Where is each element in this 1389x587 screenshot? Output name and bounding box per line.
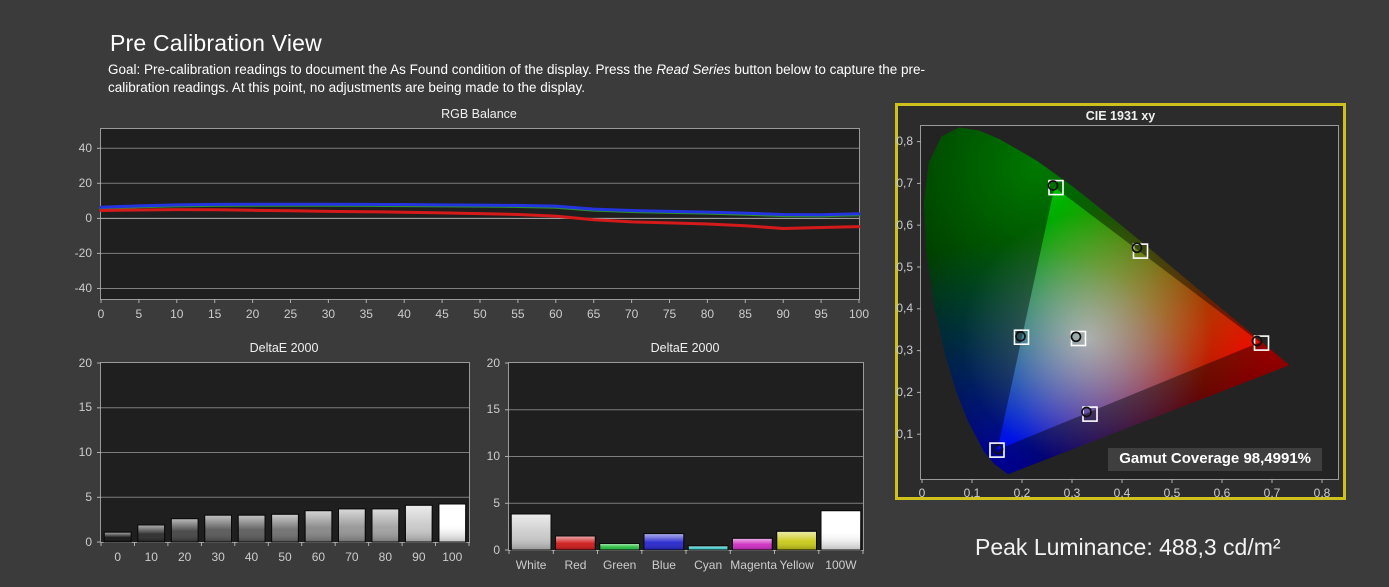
- axis-label: 20: [238, 308, 268, 321]
- axis-label: 0,4: [1106, 487, 1138, 500]
- axis-label: 0,3: [1056, 487, 1088, 500]
- axis-label: 0,7: [896, 177, 913, 190]
- axis-label: 5: [493, 497, 500, 510]
- axis-label: 0: [85, 536, 92, 549]
- axis-label: 55: [503, 308, 533, 321]
- de2-chart-svg: [509, 363, 863, 550]
- axis-label: 0,4: [896, 302, 913, 315]
- axis-label: 15: [200, 308, 230, 321]
- axis-label: 90: [768, 308, 798, 321]
- axis-label: Magenta: [730, 559, 774, 572]
- axis-label: 50: [268, 551, 302, 564]
- axis-label: 0: [493, 544, 500, 557]
- axis-label: 95: [806, 308, 836, 321]
- axis-label: 0,7: [1256, 487, 1288, 500]
- axis-label: 0: [86, 308, 116, 321]
- axis-label: 5: [85, 491, 92, 504]
- axis-label: 0,2: [1006, 487, 1038, 500]
- cie-svg: [921, 126, 1338, 479]
- rgb-balance-chart: 40200-20-4005101520253035404550556065707…: [100, 128, 860, 300]
- axis-label: 65: [579, 308, 609, 321]
- axis-label: Blue: [642, 559, 686, 572]
- axis-label: Yellow: [775, 559, 819, 572]
- axis-label: 15: [487, 403, 500, 416]
- axis-label: 40: [389, 308, 419, 321]
- goal-text-read-series: Read Series: [656, 62, 730, 77]
- axis-label: 15: [79, 401, 92, 414]
- axis-label: 0,8: [1306, 487, 1338, 500]
- axis-label: 10: [79, 446, 92, 459]
- axis-label: 0,6: [896, 219, 913, 232]
- axis-label: 40: [79, 142, 92, 155]
- axis-label: 0: [906, 487, 938, 500]
- axis-label: 0,3: [896, 344, 913, 357]
- axis-label: 20: [487, 357, 500, 370]
- axis-label: -20: [75, 247, 92, 260]
- axis-label: 20: [79, 177, 92, 190]
- axis-label: 90: [402, 551, 436, 564]
- axis-label: 100: [436, 551, 470, 564]
- pre-calibration-view: Pre Calibration View Goal: Pre-calibrati…: [0, 0, 1389, 587]
- deltae-grayscale-title: DeltaE 2000: [100, 341, 468, 355]
- rgb-balance-svg: [101, 129, 859, 299]
- axis-label: 0,5: [1156, 487, 1188, 500]
- axis-label: 0,1: [956, 487, 988, 500]
- axis-label: 30: [201, 551, 235, 564]
- peak-luminance-readout: Peak Luminance: 488,3 cd/m²: [975, 534, 1281, 561]
- de1-chart-svg: [101, 363, 469, 542]
- axis-label: 30: [313, 308, 343, 321]
- deltae-colorchecker-title: DeltaE 2000: [508, 341, 862, 355]
- axis-label: 0,6: [1206, 487, 1238, 500]
- goal-text-pre: Goal: Pre-calibration readings to docume…: [108, 62, 656, 77]
- deltae-grayscale-chart: 051015200102030405060708090100: [100, 362, 470, 543]
- axis-label: 100W: [819, 559, 863, 572]
- axis-label: 40: [235, 551, 269, 564]
- axis-label: White: [509, 559, 553, 572]
- axis-label: 70: [617, 308, 647, 321]
- axis-label: 80: [692, 308, 722, 321]
- axis-label: Green: [598, 559, 642, 572]
- page-title: Pre Calibration View: [110, 30, 322, 57]
- axis-label: -40: [75, 282, 92, 295]
- cie-chart-title: CIE 1931 xy: [898, 109, 1343, 123]
- axis-label: 70: [335, 551, 369, 564]
- axis-label: 10: [487, 450, 500, 463]
- axis-label: 10: [135, 551, 169, 564]
- axis-label: 25: [276, 308, 306, 321]
- axis-label: 10: [162, 308, 192, 321]
- axis-label: 20: [168, 551, 202, 564]
- axis-label: 80: [369, 551, 403, 564]
- axis-label: 35: [351, 308, 381, 321]
- axis-label: 0,2: [896, 386, 913, 399]
- axis-label: 75: [655, 308, 685, 321]
- axis-label: 100: [844, 308, 874, 321]
- axis-label: 0: [101, 551, 135, 564]
- rgb-balance-title: RGB Balance: [100, 107, 858, 121]
- axis-label: Cyan: [686, 559, 730, 572]
- axis-label: 45: [427, 308, 457, 321]
- axis-label: Red: [553, 559, 597, 572]
- axis-label: 60: [302, 551, 336, 564]
- axis-label: 20: [79, 357, 92, 370]
- cie-1931-chart: 00,10,20,30,40,50,60,70,80,10,20,30,40,5…: [920, 125, 1339, 480]
- axis-label: 5: [124, 308, 154, 321]
- cie-panel: CIE 1931 xy 00,10,20,30,40,50,60,70,80,1…: [895, 103, 1346, 500]
- goal-text: Goal: Pre-calibration readings to docume…: [108, 61, 948, 96]
- deltae-colorchecker-chart: 05101520WhiteRedGreenBlueCyanMagentaYell…: [508, 362, 864, 551]
- axis-label: 0: [85, 212, 92, 225]
- axis-label: 0,5: [896, 261, 913, 274]
- axis-label: 50: [465, 308, 495, 321]
- axis-label: 85: [730, 308, 760, 321]
- axis-label: 0,1: [896, 428, 913, 441]
- axis-label: 60: [541, 308, 571, 321]
- gamut-coverage-badge: Gamut Coverage 98,4991%: [1108, 448, 1322, 471]
- axis-label: 0,8: [896, 135, 913, 148]
